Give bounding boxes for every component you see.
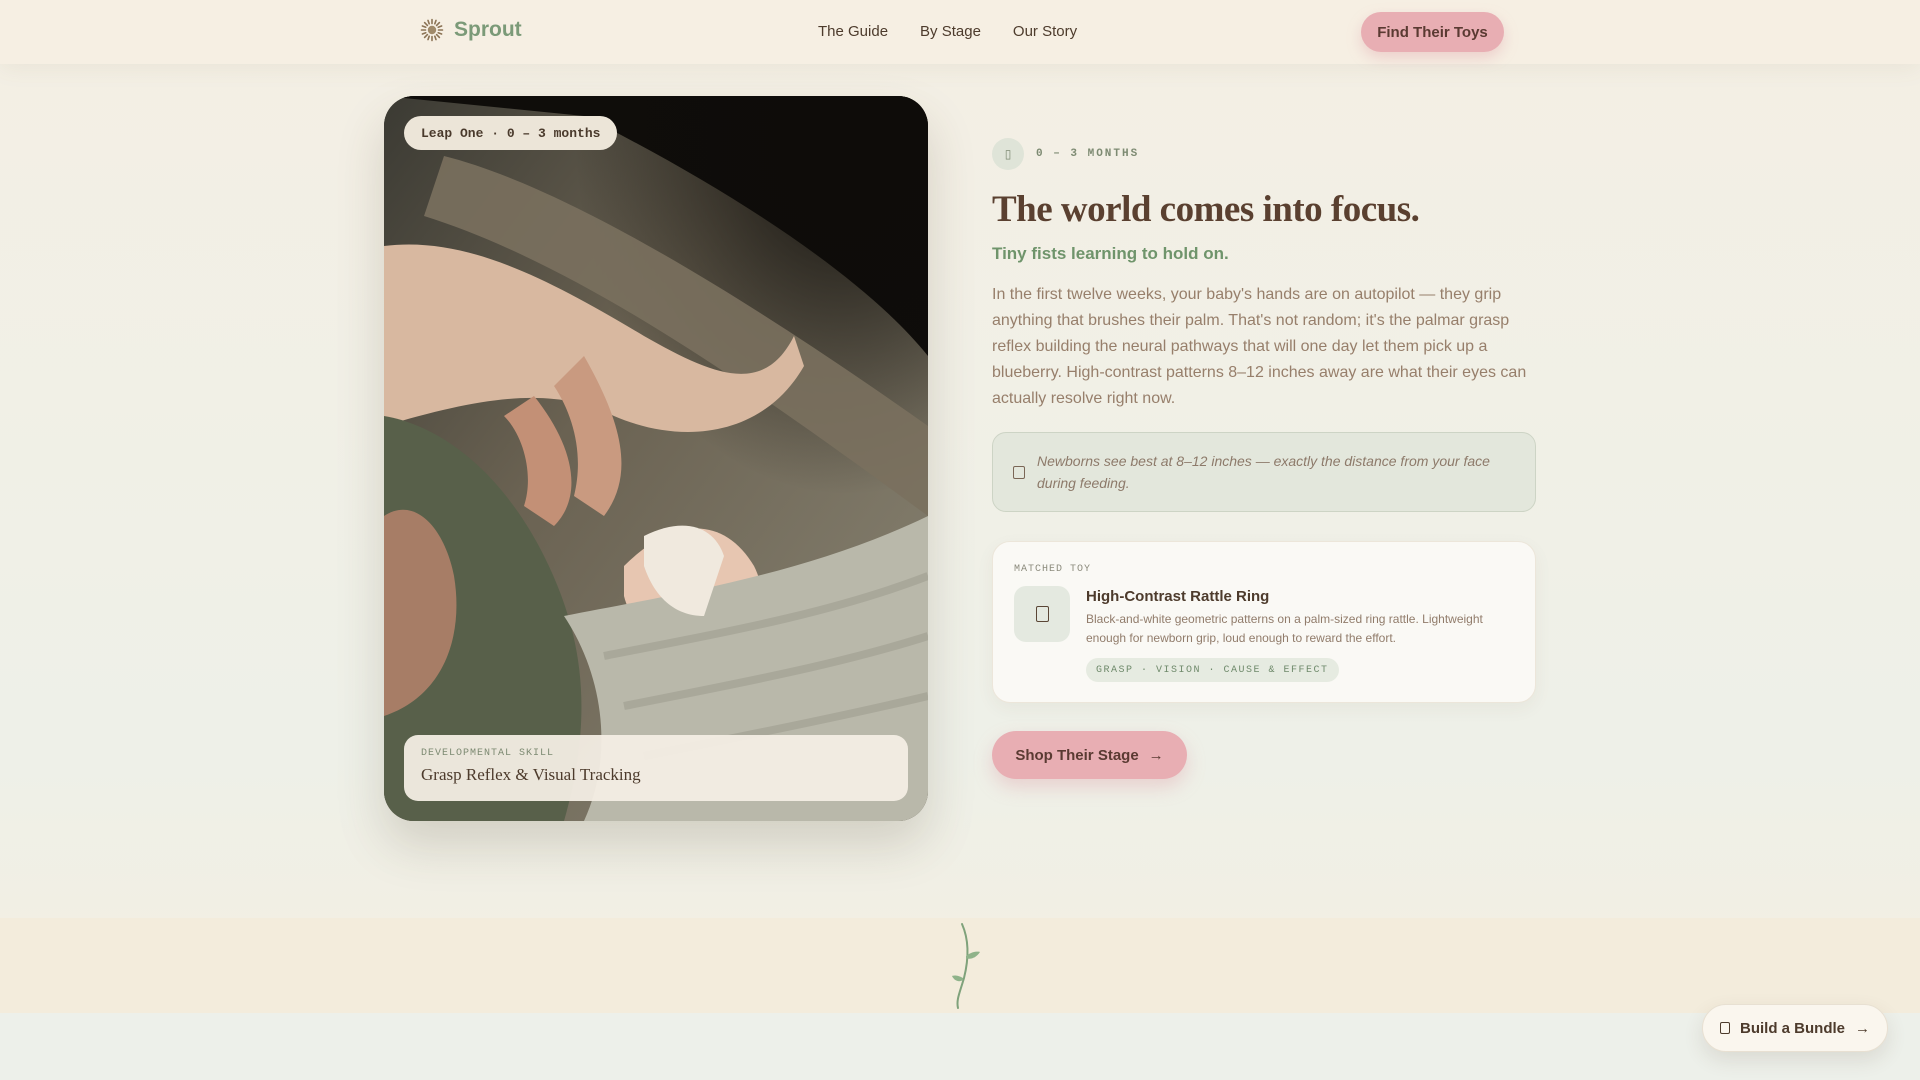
sun-flower-icon bbox=[420, 18, 444, 42]
lower-band bbox=[0, 1013, 1920, 1080]
toy-kicker: MATCHED TOY bbox=[1014, 564, 1092, 575]
stage-photo-card: Leap One · 0 – 3 months DEVELOPMENTAL SK… bbox=[384, 96, 928, 821]
brand[interactable]: Sprout bbox=[420, 18, 522, 42]
skill-title: Grasp Reflex & Visual Tracking bbox=[421, 765, 641, 784]
eye-icon bbox=[1013, 465, 1025, 479]
build-bundle-button[interactable]: Build a Bundle → bbox=[1702, 1004, 1888, 1052]
stage-body: In the first twelve weeks, your baby's h… bbox=[992, 286, 1527, 407]
skill-kicker: DEVELOPMENTAL SKILL bbox=[421, 748, 555, 759]
arrow-right-icon: → bbox=[1855, 1019, 1870, 1037]
sprig-icon bbox=[952, 923, 980, 1009]
matched-toy-card[interactable]: MATCHED TOY High-Contrast Rattle Ring Bl… bbox=[992, 541, 1536, 703]
nav-link-our-story[interactable]: Our Story bbox=[1013, 23, 1077, 40]
nav-links: The Guide By Stage Our Story bbox=[818, 23, 1077, 40]
baby-hand-photo bbox=[384, 96, 928, 821]
rattle-icon bbox=[1035, 606, 1049, 622]
toy-thumbnail bbox=[1014, 586, 1070, 642]
stage-subhead: Tiny fists learning to hold on. bbox=[992, 244, 1229, 263]
skill-overlay: DEVELOPMENTAL SKILL Grasp Reflex & Visua… bbox=[404, 735, 908, 801]
build-bundle-label: Build a Bundle bbox=[1740, 1019, 1845, 1037]
toy-tags: GRASP · VISION · CAUSE & EFFECT bbox=[1086, 658, 1339, 682]
stage-icon: ▯ bbox=[992, 138, 1024, 170]
nav-link-by-stage[interactable]: By Stage bbox=[920, 23, 981, 40]
nav-link-guide[interactable]: The Guide bbox=[818, 23, 888, 40]
top-nav: Sprout The Guide By Stage Our Story Find… bbox=[0, 0, 1920, 64]
leap-badge: Leap One · 0 – 3 months bbox=[404, 116, 618, 150]
stage-headline: The world comes into focus. bbox=[992, 189, 1420, 230]
tip-box: Newborns see best at 8–12 inches — exact… bbox=[992, 432, 1536, 512]
shop-stage-button[interactable]: Shop Their Stage → bbox=[992, 731, 1187, 779]
stage-label-row: ▯ 0 – 3 MONTHS bbox=[992, 138, 1139, 170]
toy-name: High-Contrast Rattle Ring bbox=[1086, 588, 1270, 605]
bag-icon bbox=[1720, 1022, 1730, 1034]
find-toys-button[interactable]: Find Their Toys bbox=[1361, 12, 1504, 52]
stage-label: 0 – 3 MONTHS bbox=[1036, 148, 1140, 160]
shop-stage-label: Shop Their Stage bbox=[1015, 746, 1139, 764]
arrow-right-icon: → bbox=[1148, 746, 1164, 764]
tip-text: Newborns see best at 8–12 inches — exact… bbox=[1037, 453, 1490, 491]
toy-description: Black-and-white geometric patterns on a … bbox=[1086, 612, 1483, 645]
brand-name: Sprout bbox=[454, 18, 522, 41]
